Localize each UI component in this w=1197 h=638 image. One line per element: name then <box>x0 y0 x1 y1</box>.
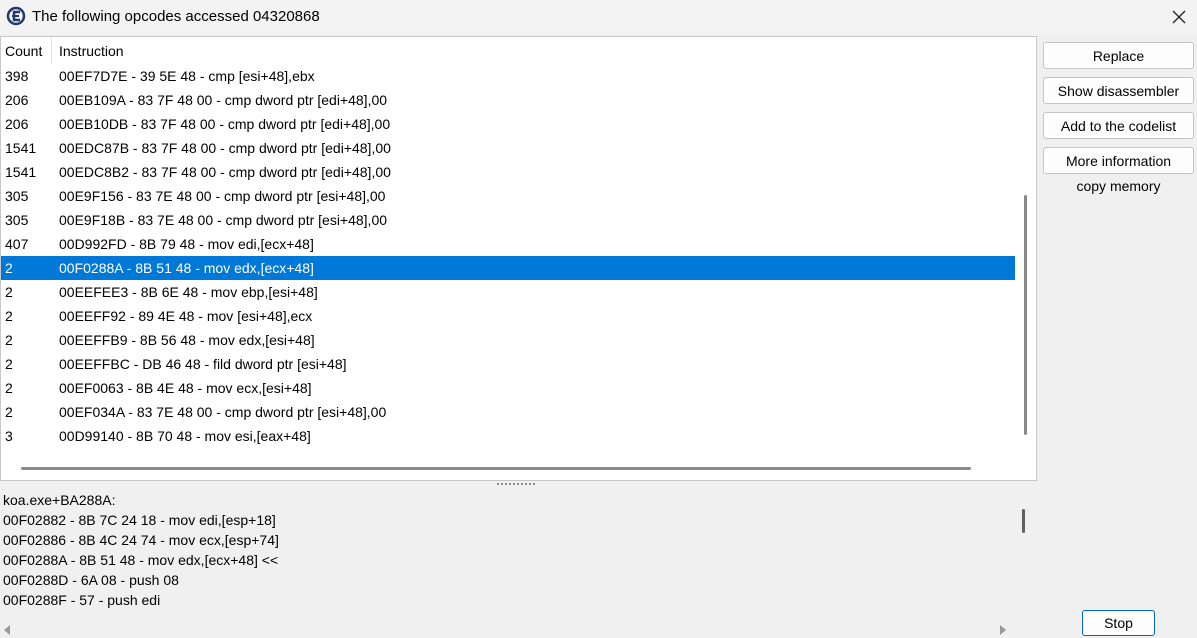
table-row[interactable]: 2 00EEFFBC - DB 46 48 - fild dword ptr [e… <box>1 352 1015 376</box>
grip-dot <box>517 483 519 485</box>
table-row[interactable]: 2 00EF034A - 83 7E 48 00 - cmp dword ptr … <box>1 400 1015 424</box>
list-vertical-scrollbar[interactable] <box>1024 195 1027 435</box>
grip-dot <box>533 483 535 485</box>
details-vertical-scrollbar[interactable] <box>1022 509 1025 533</box>
grip-dot <box>505 483 507 485</box>
instruction-cell: 00D99140 - 8B 70 48 - mov esi,[eax+48] <box>59 428 311 444</box>
instruction-cell: 00EEFEE3 - 8B 6E 48 - mov ebp,[esi+48] <box>59 284 318 300</box>
copy-memory-link[interactable]: copy memory <box>1043 178 1194 194</box>
table-row[interactable]: 398 00EF7D7E - 39 5E 48 - cmp [esi+48],eb… <box>1 64 1015 88</box>
title-bar: The following opcodes accessed 04320868 <box>0 0 1197 34</box>
count-cell: 1541 <box>5 140 37 156</box>
count-cell: 3 <box>5 428 13 444</box>
table-row[interactable]: 407 00D992FD - 8B 79 48 - mov edi,[ecx+48… <box>1 232 1015 256</box>
instruction-cell: 00D992FD - 8B 79 48 - mov edi,[ecx+48] <box>59 236 314 252</box>
table-row[interactable]: 206 00EB10DB - 83 7F 48 00 - cmp dword pt… <box>1 112 1015 136</box>
grip-dot <box>529 483 531 485</box>
instruction-cell: 00EF7D7E - 39 5E 48 - cmp [esi+48],ebx <box>59 68 315 84</box>
close-icon <box>1172 10 1185 24</box>
count-cell: 407 <box>5 236 29 252</box>
table-row[interactable]: 2 00EF0063 - 8B 4E 48 - mov ecx,[esi+48] <box>1 376 1015 400</box>
detail-line: 00F02886 - 8B 4C 24 74 - mov ecx,[esp+74… <box>3 532 279 548</box>
stop-button[interactable]: Stop <box>1082 610 1155 636</box>
table-row[interactable]: 3 00D99140 - 8B 70 48 - mov esi,[eax+48] <box>1 424 1015 448</box>
count-cell: 305 <box>5 188 29 204</box>
grip-dot <box>525 483 527 485</box>
panel-splitter[interactable] <box>497 482 537 486</box>
add-to-codelist-button[interactable]: Add to the codelist <box>1043 112 1194 139</box>
instruction-cell: 00EDC87B - 83 7F 48 00 - cmp dword ptr [… <box>59 140 391 156</box>
table-row[interactable]: 206 00EB109A - 83 7F 48 00 - cmp dword pt… <box>1 88 1015 112</box>
instruction-cell: 00EDC8B2 - 83 7F 48 00 - cmp dword ptr [… <box>59 164 391 180</box>
count-cell: 2 <box>5 380 13 396</box>
close-button[interactable] <box>1160 0 1197 34</box>
table-row[interactable]: 2 00EEFF92 - 89 4E 48 - mov [esi+48],ecx <box>1 304 1015 328</box>
count-cell: 398 <box>5 68 29 84</box>
table-row[interactable]: 2 00EEFFB9 - 8B 56 48 - mov edx,[esi+48] <box>1 328 1015 352</box>
table-row[interactable]: 305 00E9F156 - 83 7E 48 00 - cmp dword pt… <box>1 184 1015 208</box>
window-title: The following opcodes accessed 04320868 <box>32 8 320 25</box>
list-header: Count Instruction <box>1 37 1017 64</box>
column-header-count[interactable]: Count <box>5 43 42 59</box>
list-horizontal-scrollbar[interactable] <box>21 467 971 470</box>
instruction-cell: 00EEFFB9 - 8B 56 48 - mov edx,[esi+48] <box>59 332 315 348</box>
instruction-cell: 00EEFFBC - DB 46 48 - fild dword ptr [es… <box>59 356 347 372</box>
cheat-engine-logo-icon <box>6 6 26 26</box>
detail-line: 00F0288A - 8B 51 48 - mov edx,[ecx+48] <… <box>3 552 279 568</box>
detail-line: 00F02882 - 8B 7C 24 18 - mov edi,[esp+18… <box>3 512 276 528</box>
count-cell: 206 <box>5 116 29 132</box>
count-cell: 2 <box>5 356 13 372</box>
count-cell: 305 <box>5 212 29 228</box>
count-cell: 2 <box>5 284 13 300</box>
table-row[interactable]: 2 00F0288A - 8B 51 48 - mov edx,[ecx+48] <box>1 256 1015 280</box>
table-row[interactable]: 2 00EEFEE3 - 8B 6E 48 - mov ebp,[esi+48] <box>1 280 1015 304</box>
instruction-cell: 00EF0063 - 8B 4E 48 - mov ecx,[esi+48] <box>59 380 312 396</box>
instruction-cell: 00EEFF92 - 89 4E 48 - mov [esi+48],ecx <box>59 308 313 324</box>
grip-dot <box>497 483 499 485</box>
instruction-cell: 00E9F156 - 83 7E 48 00 - cmp dword ptr [… <box>59 188 386 204</box>
replace-button[interactable]: Replace <box>1043 42 1194 69</box>
grip-dot <box>501 483 503 485</box>
table-row[interactable]: 1541 00EDC8B2 - 83 7F 48 00 - cmp dword p… <box>1 160 1015 184</box>
column-separator[interactable] <box>51 37 52 64</box>
count-cell: 2 <box>5 332 13 348</box>
instruction-cell: 00F0288A - 8B 51 48 - mov edx,[ecx+48] <box>59 260 314 276</box>
instruction-cell: 00E9F18B - 83 7E 48 00 - cmp dword ptr [… <box>59 212 388 228</box>
instruction-details[interactable]: koa.exe+BA288A: 00F02882 - 8B 7C 24 18 -… <box>0 487 1037 627</box>
table-row[interactable]: 305 00E9F18B - 83 7E 48 00 - cmp dword pt… <box>1 208 1015 232</box>
count-cell: 2 <box>5 260 13 276</box>
count-cell: 2 <box>5 404 13 420</box>
opcode-list[interactable]: Count Instruction 398 00EF7D7E - 39 5E 48… <box>0 36 1037 481</box>
instruction-cell: 00EF034A - 83 7E 48 00 - cmp dword ptr [… <box>59 404 387 420</box>
details-horizontal-scrollbar[interactable] <box>0 622 1037 638</box>
grip-dot <box>509 483 511 485</box>
table-row[interactable]: 1541 00EDC87B - 83 7F 48 00 - cmp dword p… <box>1 136 1015 160</box>
count-cell: 1541 <box>5 164 37 180</box>
detail-line: koa.exe+BA288A: <box>3 492 116 508</box>
scroll-right-arrow-icon[interactable] <box>1000 625 1006 635</box>
more-information-button[interactable]: More information <box>1043 147 1194 174</box>
opcode-rows: 398 00EF7D7E - 39 5E 48 - cmp [esi+48],eb… <box>1 64 1017 448</box>
grip-dot <box>513 483 515 485</box>
grip-dot <box>521 483 523 485</box>
instruction-cell: 00EB10DB - 83 7F 48 00 - cmp dword ptr [… <box>59 116 391 132</box>
detail-line: 00F0288F - 57 - push edi <box>3 592 161 608</box>
count-cell: 206 <box>5 92 29 108</box>
detail-line: 00F0288D - 6A 08 - push 08 <box>3 572 179 588</box>
count-cell: 2 <box>5 308 13 324</box>
scroll-left-arrow-icon[interactable] <box>4 625 10 635</box>
instruction-cell: 00EB109A - 83 7F 48 00 - cmp dword ptr [… <box>59 92 388 108</box>
column-header-instruction[interactable]: Instruction <box>59 43 124 59</box>
show-disassembler-button[interactable]: Show disassembler <box>1043 77 1194 104</box>
